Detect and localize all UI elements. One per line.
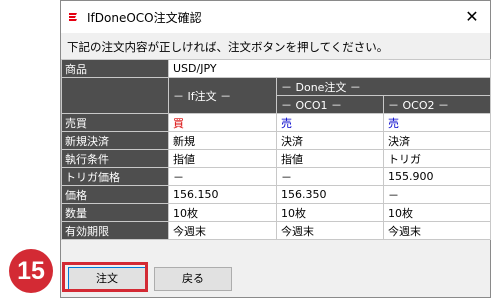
row-label: 売買 <box>61 113 169 132</box>
oco2-value: 10枚 <box>382 203 492 222</box>
table-row: 数量 10枚 10枚 10枚 <box>61 203 492 222</box>
if-value: － <box>168 167 277 186</box>
row-label: 新規決済 <box>61 131 169 150</box>
table-row: 有効期限 今週末 今週末 今週末 <box>61 221 492 240</box>
table-row: 執行条件 指値 指値 トリガ <box>61 149 492 168</box>
oco1-header: － OCO1 － <box>276 95 384 114</box>
back-button[interactable]: 戻る <box>154 267 232 291</box>
row-label: 価格 <box>61 185 169 204</box>
title-bar: IfDoneOCO注文確認 ✕ <box>61 1 490 33</box>
oco1-value: 今週末 <box>276 221 384 240</box>
header-row-1: － If注文 － － Done注文 － <box>61 77 492 114</box>
row-label: 執行条件 <box>61 149 169 168</box>
oco2-value: 決済 <box>382 131 492 150</box>
window-title: IfDoneOCO注文確認 <box>87 11 202 25</box>
table-row: トリガ価格 － － 155.900 <box>61 167 492 186</box>
close-button[interactable]: ✕ <box>460 5 484 29</box>
order-summary-table: 商品 USD/JPY － If注文 － － Done注文 － － OCO1 － … <box>61 59 492 240</box>
oco2-header: － OCO2 － <box>382 95 492 114</box>
row-label: 有効期限 <box>61 221 169 240</box>
step-number-badge: 15 <box>9 249 53 293</box>
if-value: 今週末 <box>168 221 277 240</box>
app-logo-icon <box>68 11 80 23</box>
symbol-row: 商品 USD/JPY <box>61 59 492 78</box>
order-confirm-dialog: IfDoneOCO注文確認 ✕ 下記の注文内容が正しければ、注文ボタンを押してく… <box>60 0 492 298</box>
oco2-value: 今週末 <box>382 221 492 240</box>
oco1-value: 10枚 <box>276 203 384 222</box>
oco1-side: 売 <box>276 113 384 132</box>
table-row: 価格 156.150 156.350 － <box>61 185 492 204</box>
if-value: 156.150 <box>168 185 277 204</box>
if-value: 指値 <box>168 149 277 168</box>
instruction-text: 下記の注文内容が正しければ、注文ボタンを押してください。 <box>67 40 389 54</box>
if-side: 買 <box>168 113 277 132</box>
oco1-value: 156.350 <box>276 185 384 204</box>
table-row: 新規決済 新規 決済 決済 <box>61 131 492 150</box>
if-value: 10枚 <box>168 203 277 222</box>
oco2-value: － <box>382 185 492 204</box>
row-label: 商品 <box>61 59 169 78</box>
if-value: 新規 <box>168 131 277 150</box>
oco1-value: 指値 <box>276 149 384 168</box>
done-order-header: － Done注文 － <box>275 77 492 96</box>
oco1-value: － <box>276 167 384 186</box>
if-order-header: － If注文 － <box>168 77 277 114</box>
oco2-value: 155.900 <box>382 167 492 186</box>
oco1-value: 決済 <box>276 131 384 150</box>
row-label: トリガ価格 <box>61 167 169 186</box>
oco2-side: 売 <box>382 113 492 132</box>
oco2-value: トリガ <box>382 149 492 168</box>
symbol-value: USD/JPY <box>167 59 492 78</box>
header-corner <box>61 77 169 114</box>
table-row: 売買 買 売 売 <box>61 113 492 132</box>
row-label: 数量 <box>61 203 169 222</box>
order-button-highlight <box>62 262 148 292</box>
